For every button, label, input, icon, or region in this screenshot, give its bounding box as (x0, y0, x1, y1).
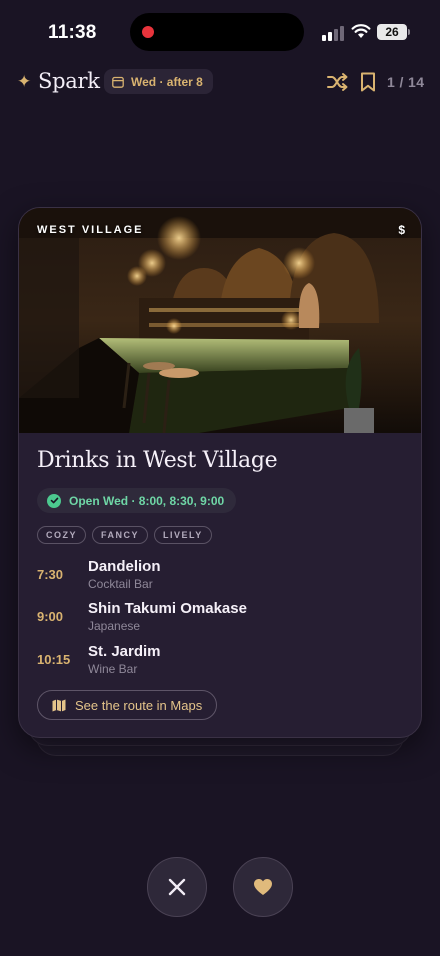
stop-name: St. Jardim (88, 643, 161, 660)
map-icon (52, 699, 66, 711)
stop-time: 10:15 (37, 652, 71, 667)
stop-type: Cocktail Bar (88, 577, 153, 591)
stop-type: Japanese (88, 619, 141, 633)
see-route-label: See the route in Maps (75, 697, 203, 713)
plan-card[interactable]: WEST VILLAGE $ Drinks in West Village Op… (18, 207, 422, 738)
tag: COZY (37, 526, 87, 544)
tag: LIVELY (154, 526, 212, 544)
checkmark-badge-icon (47, 493, 61, 508)
itinerary-stop[interactable]: 7:30 Dandelion Cocktail Bar (37, 558, 407, 594)
date-filter-label: Wed · after 8 (131, 74, 203, 89)
like-button[interactable] (233, 857, 293, 917)
status-bar: 11:38 26 (0, 0, 440, 64)
calendar-icon (112, 76, 124, 88)
shuffle-icon[interactable] (327, 72, 349, 92)
card-counter: 1 / 14 (387, 74, 425, 90)
close-icon (168, 878, 186, 896)
availability-chip: Open Wed · 8:00, 8:30, 9:00 (37, 488, 237, 513)
itinerary-stop[interactable]: 10:15 St. Jardim Wine Bar (37, 643, 407, 679)
itinerary-stop[interactable]: 9:00 Shin Takumi Omakase Japanese (37, 600, 407, 636)
battery-tip (408, 29, 410, 35)
neighborhood-label: WEST VILLAGE (37, 224, 144, 236)
availability-text: Open Wed · 8:00, 8:30, 9:00 (69, 493, 225, 508)
plan-title: Drinks in West Village (37, 448, 278, 473)
recording-indicator-icon (142, 26, 154, 38)
app-header: ✦ Spark Wed · after 8 1 / 14 (0, 64, 440, 102)
venue-photo: WEST VILLAGE $ (19, 208, 421, 433)
status-time: 11:38 (48, 22, 97, 43)
stop-time: 9:00 (37, 609, 64, 624)
date-filter-chip[interactable]: Wed · after 8 (104, 69, 213, 94)
stop-name: Shin Takumi Omakase (88, 600, 247, 617)
stop-name: Dandelion (88, 558, 161, 575)
cellular-signal-icon (322, 25, 346, 41)
vibe-tags: COZY FANCY LIVELY (37, 526, 212, 544)
heart-icon (254, 879, 272, 895)
see-route-button[interactable]: See the route in Maps (37, 690, 218, 720)
battery-indicator: 26 (377, 24, 407, 40)
pass-button[interactable] (147, 857, 207, 917)
sparkle-icon: ✦ (17, 72, 32, 91)
wifi-icon (351, 24, 371, 38)
stop-type: Wine Bar (88, 662, 138, 676)
tag: FANCY (92, 526, 149, 544)
app-title: Spark (38, 69, 100, 93)
dynamic-island (130, 13, 304, 51)
bookmark-icon[interactable] (360, 72, 376, 92)
price-level: $ (398, 223, 405, 237)
stop-time: 7:30 (37, 567, 64, 582)
